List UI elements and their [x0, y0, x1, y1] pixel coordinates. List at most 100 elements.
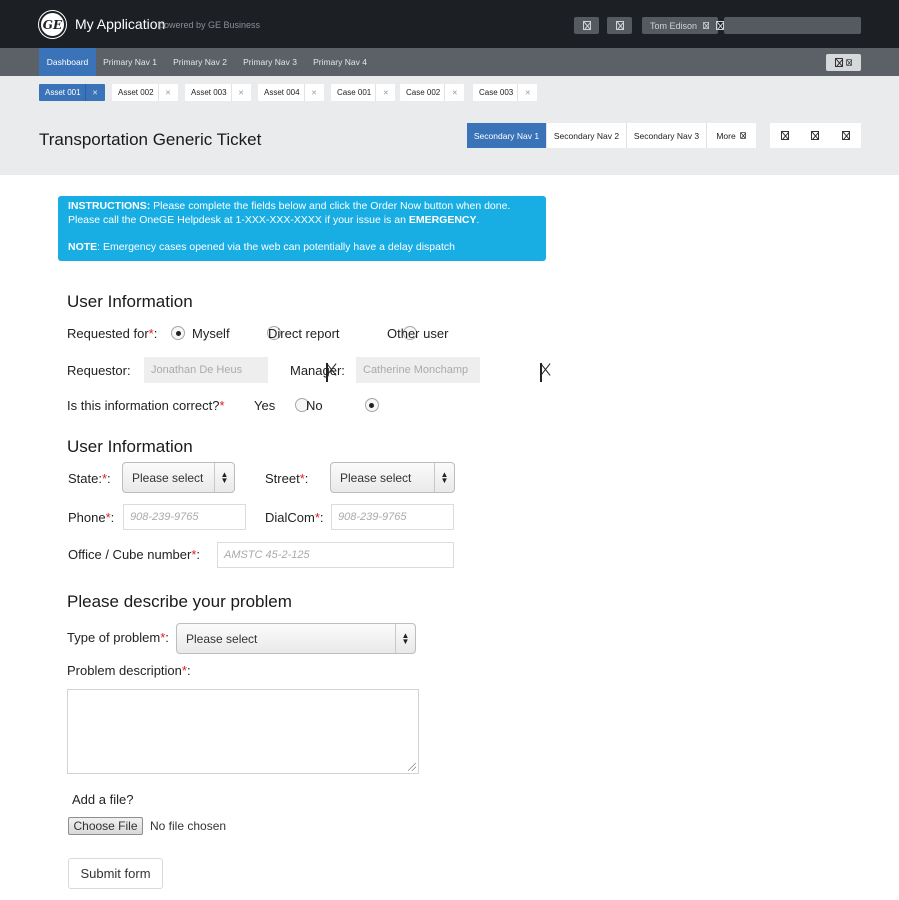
option-yes: Yes	[254, 398, 276, 413]
select-arrow-icon: ▲ ▼	[434, 463, 454, 492]
note-label: NOTE	[68, 240, 98, 253]
location-heading: User Information	[67, 437, 193, 456]
bell-icon	[582, 21, 591, 30]
user-menu-button[interactable]: Tom Edison	[642, 17, 718, 34]
instructions-label: INSTRUCTIONS:	[68, 200, 151, 212]
info-correct-label: Is this information correct?*	[67, 398, 225, 413]
close-icon[interactable]: ✕	[375, 84, 395, 101]
lookup-icon[interactable]	[540, 363, 543, 382]
notifications-button[interactable]	[574, 17, 599, 34]
tab-case-001[interactable]: Case 001 ✕	[331, 84, 396, 101]
page-title: Transportation Generic Ticket	[39, 130, 262, 149]
select-arrow-icon: ▲ ▼	[214, 463, 234, 492]
requestor-label: Requestor:	[67, 363, 131, 378]
resize-handle-icon[interactable]	[408, 763, 416, 771]
help-button[interactable]	[607, 17, 632, 34]
tab-asset-003[interactable]: Asset 003 ✕	[185, 84, 251, 101]
secondary-nav-1[interactable]: Secondary Nav 1	[467, 123, 547, 148]
state-select[interactable]: Please select ▲ ▼	[122, 462, 235, 493]
user-name: Tom Edison	[649, 20, 698, 31]
nav-primary-2[interactable]: Primary Nav 2	[168, 48, 232, 76]
option-no: No	[306, 398, 323, 413]
close-icon[interactable]: ✕	[303, 84, 324, 101]
tab-asset-004[interactable]: Asset 004 ✕	[258, 84, 324, 101]
tab-case-003[interactable]: Case 003 ✕	[473, 84, 538, 101]
state-label: State:*:	[68, 471, 111, 486]
helpdesk-text: Please call the OneGE Helpdesk at 1-XXX-…	[68, 213, 409, 226]
choose-file-button[interactable]: Choose File	[68, 817, 143, 835]
chevron-down-icon	[703, 22, 710, 29]
search-input[interactable]	[716, 17, 861, 34]
problem-type-label: Type of problem*:	[67, 630, 169, 645]
tab-label: Asset 001	[45, 88, 81, 97]
office-label: Office / Cube number*:	[68, 547, 201, 562]
submit-button[interactable]: Submit form	[68, 858, 163, 889]
instructions-text: Please complete the fields below and cli…	[150, 200, 511, 212]
tab-label: Case 002	[406, 88, 441, 97]
secondary-nav-2[interactable]: Secondary Nav 2	[547, 123, 627, 148]
tab-case-002[interactable]: Case 002 ✕	[400, 84, 465, 101]
app-title: My Application	[75, 16, 166, 32]
share-icon[interactable]	[811, 131, 820, 140]
secondary-nav-3[interactable]: Secondary Nav 3	[627, 123, 707, 148]
emergency-text: EMERGENCY	[408, 213, 477, 226]
street-label: Street*:	[265, 471, 309, 486]
period: .	[476, 213, 480, 226]
dialcom-label: DialCom*:	[265, 510, 324, 525]
tab-label: Asset 004	[264, 88, 300, 97]
option-direct-report: Direct report	[268, 326, 340, 341]
help-icon	[615, 21, 624, 30]
tab-asset-001[interactable]: Asset 001 ✕	[39, 84, 105, 101]
option-myself: Myself	[192, 326, 230, 341]
tab-label: Case 003	[479, 88, 514, 97]
select-arrow-icon: ▲ ▼	[395, 624, 415, 653]
state-select-value: Please select	[132, 470, 204, 485]
close-icon[interactable]: ✕	[157, 84, 178, 101]
tab-label: Case 001	[337, 88, 372, 97]
close-icon[interactable]: ✕	[84, 84, 105, 101]
more-label: More	[716, 130, 736, 141]
action-icons-group	[770, 123, 861, 148]
street-select[interactable]: Please select ▲ ▼	[330, 462, 455, 493]
manager-label: Manager:	[290, 363, 345, 378]
problem-description-textarea[interactable]	[67, 689, 419, 774]
nav-primary-3[interactable]: Primary Nav 3	[238, 48, 302, 76]
close-icon[interactable]: ✕	[517, 84, 537, 101]
phone-label: Phone*:	[68, 510, 115, 525]
no-file-text: No file chosen	[150, 819, 227, 833]
tab-label: Asset 002	[118, 88, 154, 97]
problem-heading: Please describe your problem	[67, 592, 292, 611]
settings-icon[interactable]	[841, 131, 850, 140]
problem-type-value: Please select	[186, 631, 258, 646]
close-icon[interactable]: ✕	[444, 84, 464, 101]
chevron-down-icon	[845, 59, 852, 66]
instructions-panel: INSTRUCTIONS: Please complete the fields…	[58, 196, 546, 261]
tab-asset-002[interactable]: Asset 002 ✕	[112, 84, 178, 101]
secondary-nav-more[interactable]: More	[707, 123, 756, 148]
dialcom-input[interactable]: 908-239-9765	[331, 504, 454, 530]
search-icon	[716, 21, 724, 30]
add-file-label: Add a file?	[72, 792, 134, 807]
radio-no[interactable]	[364, 398, 379, 412]
nav-primary-4[interactable]: Primary Nav 4	[308, 48, 372, 76]
close-icon[interactable]: ✕	[230, 84, 251, 101]
manager-field: Catherine Monchamp	[356, 357, 480, 383]
note-text: : Emergency cases opened via the web can…	[97, 240, 455, 253]
option-other-user: Other user	[387, 326, 449, 341]
radio-myself[interactable]	[171, 326, 185, 340]
nav-primary-1[interactable]: Primary Nav 1	[98, 48, 162, 76]
street-select-value: Please select	[340, 470, 412, 485]
user-info-heading: User Information	[67, 292, 193, 311]
nav-options-button[interactable]	[826, 54, 861, 71]
menu-icon	[834, 58, 843, 67]
chevron-down-icon	[739, 132, 746, 139]
nav-dashboard[interactable]: Dashboard	[39, 48, 96, 76]
requested-for-label: Requested for*:	[67, 326, 158, 341]
problem-type-select[interactable]: Please select ▲ ▼	[176, 623, 416, 654]
ge-logo: GE	[39, 11, 66, 38]
powered-by-text: powered by GE Business	[159, 20, 261, 30]
phone-input[interactable]: 908-239-9765	[123, 504, 246, 530]
requestor-field: Jonathan De Heus	[144, 357, 268, 383]
office-input[interactable]: AMSTC 45-2-125	[217, 542, 454, 568]
print-icon[interactable]	[781, 131, 790, 140]
